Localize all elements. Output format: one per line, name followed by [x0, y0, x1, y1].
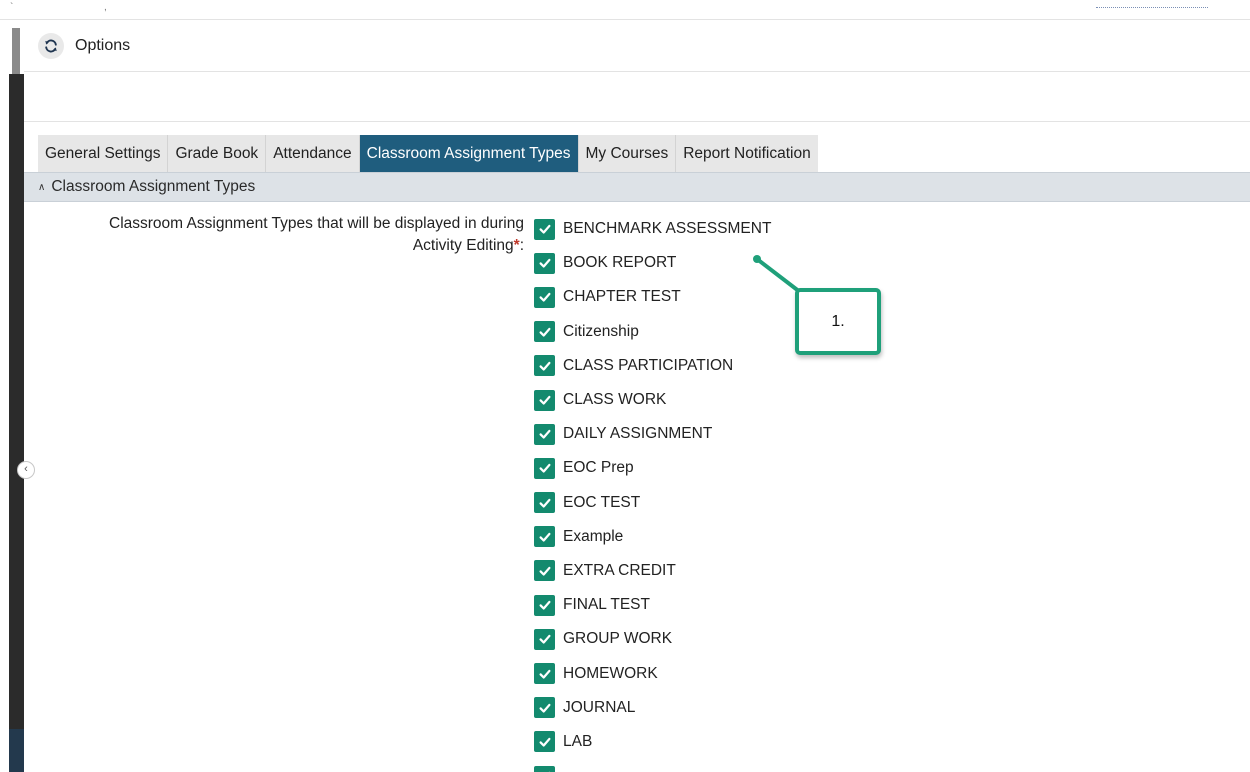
checkbox-label: EXTRA CREDIT: [563, 561, 676, 579]
checkmark-icon: [538, 600, 551, 610]
checkbox-label: GROUP WORK: [563, 630, 673, 648]
checkmark-icon: [538, 532, 551, 542]
checkbox-label: DAILY ASSIGNMENT: [563, 425, 713, 443]
checkbox-label: BENCHMARK ASSESSMENT: [563, 220, 772, 238]
checkmark-icon: [538, 430, 551, 439]
checkbox-item[interactable]: HOMEWORK: [534, 656, 934, 690]
top-strip: ` ,: [0, 0, 1250, 20]
checkbox-label: HOMEWORK: [563, 664, 658, 682]
sidebar-grey-block: [12, 28, 20, 74]
tab-classroom-assignment-types[interactable]: Classroom Assignment Types: [359, 135, 579, 172]
checkbox[interactable]: [534, 628, 555, 650]
checkmark-icon: [538, 327, 551, 337]
tab-grade-book[interactable]: Grade Book: [168, 135, 267, 172]
checkbox[interactable]: [534, 560, 555, 582]
checkbox[interactable]: [534, 765, 555, 772]
callout-label: 1.: [831, 312, 845, 330]
checkmark-icon: [538, 566, 551, 576]
refresh-button[interactable]: [38, 32, 64, 59]
assignment-types-field-label: Classroom Assignment Types that will be …: [48, 213, 524, 257]
checkbox-item[interactable]: LAB: [534, 725, 934, 759]
chevron-up-icon: ∧: [38, 181, 46, 193]
checkbox-item[interactable]: BOOK REPORT: [534, 246, 934, 280]
checkbox-label: FINAL TEST: [563, 596, 650, 614]
checkmark-icon: [538, 361, 551, 371]
checkbox-item[interactable]: EOC Prep: [534, 451, 934, 485]
tab-my-courses[interactable]: My Courses: [578, 135, 677, 172]
sidebar-dark-strip: [9, 74, 24, 772]
field-label-suffix: :: [519, 237, 524, 254]
checkbox[interactable]: [534, 355, 555, 377]
checkmark-icon: [538, 498, 551, 508]
field-label-line1: Classroom Assignment Types that will be …: [109, 215, 524, 232]
toolbar-area: [24, 72, 1250, 122]
page-title: Options: [75, 36, 131, 54]
checkmark-icon: [538, 259, 551, 268]
checkbox-item[interactable]: FINAL TEST: [534, 588, 934, 622]
checkbox-label: EOC Prep: [563, 459, 634, 477]
sidebar-active-strip: [9, 729, 24, 772]
section-title: Classroom Assignment Types: [51, 178, 256, 195]
checkbox[interactable]: [534, 663, 555, 685]
checkbox-label: CLASS WORK: [563, 391, 667, 409]
checkmark-icon: [538, 464, 551, 474]
callout-box: 1.: [795, 288, 881, 355]
checkmark-icon: [538, 669, 551, 679]
checkmark-icon: [538, 293, 551, 303]
checkbox-label: JOURNAL: [563, 698, 636, 716]
checkmark-icon: [538, 395, 551, 405]
left-sidebar: [0, 20, 24, 772]
tab-report-notification[interactable]: Report Notification: [676, 135, 818, 172]
checkbox-label: Example: [563, 527, 624, 545]
checkbox[interactable]: [534, 457, 555, 479]
field-label-line2-wrap: Activity Editing*:: [48, 235, 524, 257]
page-header: Options: [24, 20, 1250, 72]
top-right-link[interactable]: [1096, 5, 1208, 8]
field-label-line2: Activity Editing: [412, 237, 514, 254]
tab-general-settings[interactable]: General Settings: [38, 135, 169, 172]
checkbox-item[interactable]: DAILY ASSIGNMENT: [534, 417, 934, 451]
top-strip-mark: `: [10, 2, 14, 13]
checkmark-icon: [538, 224, 551, 234]
checkbox[interactable]: [534, 321, 555, 343]
checkbox-item[interactable]: BENCHMARK ASSESSMENT: [534, 212, 934, 246]
refresh-icon: [45, 39, 57, 52]
checkmark-icon: [538, 635, 551, 644]
checkbox[interactable]: [534, 731, 555, 753]
checkbox-label: Citizenship: [563, 322, 639, 340]
checkbox-item[interactable]: GROUP WORK: [534, 622, 934, 656]
checkbox[interactable]: [534, 594, 555, 616]
checkbox-label: EOC TEST: [563, 493, 641, 511]
section-header-classroom-assignment-types[interactable]: ∧ Classroom Assignment Types: [24, 172, 1250, 202]
checkbox[interactable]: [534, 492, 555, 514]
checkbox-item[interactable]: JOURNAL: [534, 691, 934, 725]
checkbox-item[interactable]: CLASS WORK: [534, 383, 934, 417]
checkmark-icon: [538, 737, 551, 747]
sidebar-collapse-button[interactable]: ‹: [17, 461, 35, 479]
checkbox[interactable]: [534, 697, 555, 719]
checkbox[interactable]: [534, 423, 555, 445]
checkbox[interactable]: [534, 526, 555, 548]
checkbox[interactable]: [534, 252, 555, 274]
checkbox-item[interactable]: EXTRA CREDIT: [534, 554, 934, 588]
checkbox-label: LAB: [563, 732, 593, 750]
tab-bar: General Settings Grade Book Attendance C…: [38, 135, 818, 172]
checkbox-label: BOOK REPORT: [563, 254, 677, 272]
top-strip-mark: ,: [104, 2, 107, 13]
tab-attendance[interactable]: Attendance: [266, 135, 360, 172]
checkbox-label: CLASS PARTICIPATION: [563, 356, 734, 374]
chevron-left-icon: ‹: [24, 463, 28, 475]
checkbox-item[interactable]: Example: [534, 520, 934, 554]
checkmark-icon: [538, 703, 551, 713]
checkbox-label: CHAPTER TEST: [563, 288, 681, 306]
checkbox[interactable]: [534, 218, 555, 240]
checkbox[interactable]: [534, 286, 555, 308]
checkbox[interactable]: [534, 389, 555, 411]
checkbox-item[interactable]: EOC TEST: [534, 486, 934, 520]
checkbox-item[interactable]: [534, 759, 934, 772]
